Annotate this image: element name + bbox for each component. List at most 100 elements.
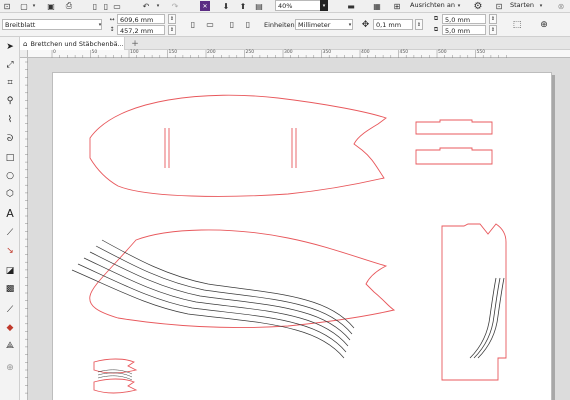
drawing-artwork: [71, 94, 507, 394]
fish-shape-bottom[interactable]: [89, 229, 396, 329]
zoom-level-field[interactable]: 40%: [275, 0, 325, 11]
text-tool-icon[interactable]: A: [3, 206, 17, 220]
drop-shadow-icon[interactable]: ◪: [3, 264, 17, 278]
export-icon[interactable]: ⬆: [238, 0, 248, 12]
side-piece-curves[interactable]: [469, 277, 505, 359]
add-tool-icon[interactable]: ⊕: [3, 361, 17, 375]
current-page-icon[interactable]: ▯: [243, 19, 253, 30]
copy-icon[interactable]: ▯: [101, 0, 111, 12]
small-piece-curves[interactable]: [97, 369, 133, 381]
connector-tool-icon[interactable]: ↘: [3, 244, 17, 258]
new-tab-icon[interactable]: +: [130, 38, 140, 49]
align-label[interactable]: Ausrichten an: [410, 0, 455, 10]
portrait-icon[interactable]: ▯: [188, 19, 198, 30]
quick-customize-icon[interactable]: ⊕: [538, 19, 550, 30]
strip-bottom[interactable]: [415, 147, 493, 165]
page-height-field[interactable]: 457,2 mm: [117, 25, 165, 35]
show-grid-icon[interactable]: ▦: [372, 0, 382, 12]
units-select[interactable]: Millimeter: [295, 19, 353, 30]
transparency-icon[interactable]: ▩: [3, 282, 17, 296]
page-width-field[interactable]: 609,6 mm: [117, 14, 165, 24]
units-dropdown-icon[interactable]: ▾: [347, 19, 353, 30]
polygon-tool-icon[interactable]: ⬡: [3, 187, 17, 201]
landscape-icon[interactable]: ▭: [204, 19, 216, 30]
drawing-canvas[interactable]: [28, 58, 570, 400]
eyedropper-icon[interactable]: ⟋: [3, 303, 17, 317]
undo-dropdown-icon[interactable]: ▾: [155, 0, 161, 12]
ruler-origin[interactable]: [20, 50, 28, 58]
ruler-tick-label: 450: [399, 50, 409, 55]
ruler-tick-label: 400: [361, 50, 370, 55]
document-tabs: ⌂ Brettchen und Stäbchenbä... +: [20, 37, 570, 50]
small-piece-bottom[interactable]: [93, 378, 138, 394]
strip-top[interactable]: [415, 119, 493, 135]
ruler-tick-label: 550: [476, 50, 486, 55]
page-size-select[interactable]: Breitblatt: [2, 19, 102, 30]
artistic-media-icon[interactable]: ᘐ: [3, 132, 17, 146]
start-dropdown-icon[interactable]: ▾: [538, 0, 544, 12]
parallel-dimension-icon[interactable]: ⟋: [3, 226, 17, 240]
cut-icon[interactable]: ▯: [90, 0, 100, 12]
ellipse-tool-icon[interactable]: ○: [3, 169, 17, 183]
ruler-tick-label: 50: [91, 50, 98, 55]
zoom-dropdown-icon[interactable]: ▾: [320, 0, 328, 11]
new-document-icon[interactable]: ⊡: [2, 0, 12, 12]
import-icon[interactable]: ⬇: [221, 0, 231, 12]
smart-fill-icon[interactable]: ⟁: [3, 339, 17, 353]
bent-strips-group[interactable]: [71, 239, 355, 359]
rectangle-tool-icon[interactable]: □: [3, 151, 17, 165]
standard-toolbar: ⊡ ▢ ▾ ▣ ⎙ ▯ ▯ ▭ ↶ ▾ ↷ ✕ ⬇ ⬆ ▤ 40% ▾ ▬ ▦ …: [0, 0, 570, 13]
vertical-ruler-ticks: [25, 61, 28, 394]
duplicate-y-icon: ⧉: [433, 26, 439, 33]
print-icon[interactable]: ⎙: [64, 0, 74, 12]
paste-icon[interactable]: ▭: [112, 0, 122, 12]
snap-icon[interactable]: ⊞: [392, 0, 402, 12]
options-gear-icon[interactable]: ⚙: [472, 0, 484, 12]
redo-icon[interactable]: ↷: [170, 0, 180, 12]
corel-connect-icon[interactable]: ✕: [200, 1, 210, 11]
dup-x-spin-icon[interactable]: ⇕: [489, 14, 497, 24]
ruler-tick-label: 200: [207, 50, 216, 55]
undo-icon[interactable]: ↶: [141, 0, 151, 12]
horizontal-ruler[interactable]: 0 50 100 150 200 250 300 350 400 450 500 550: [28, 50, 570, 58]
property-bar: Breitblatt ▾ ↔ 609,6 mm ↕ 457,2 mm ⇕ ⇕ ▯…: [0, 13, 570, 37]
start-label[interactable]: Starten: [510, 0, 534, 10]
nudge-spin-icon[interactable]: ⇕: [415, 19, 423, 30]
all-pages-icon[interactable]: ▯: [227, 19, 237, 30]
fish-slot-right[interactable]: [291, 128, 297, 168]
duplicate-y-field[interactable]: 5,0 mm: [442, 25, 486, 35]
page-size-dropdown-icon[interactable]: ▾: [97, 19, 103, 30]
open-document-icon[interactable]: ▢: [19, 0, 29, 12]
width-spin-icon[interactable]: ⇕: [168, 14, 176, 24]
toolbox: ➤ ⤢ ⌗ ⚲ ⌇ ᘐ □ ○ ⬡ A ⟋ ↘ ◪ ▩ ⟋ ◆ ⟁ ⊕: [0, 37, 20, 400]
launch-icon[interactable]: ⊡: [494, 0, 504, 12]
home-icon[interactable]: ⌂: [23, 40, 27, 48]
units-value: Millimeter: [298, 21, 331, 29]
zoom-tool-icon[interactable]: ⚲: [3, 94, 17, 108]
open-dropdown-icon[interactable]: ▾: [31, 0, 37, 12]
publish-pdf-icon[interactable]: ▤: [254, 0, 264, 12]
close-icon[interactable]: ⊗: [556, 0, 566, 12]
height-spin-icon[interactable]: ⇕: [168, 25, 176, 35]
save-icon[interactable]: ▣: [46, 0, 56, 12]
duplicate-x-field[interactable]: 5,0 mm: [442, 14, 486, 24]
ruler-tick-label: 250: [245, 50, 255, 55]
nudge-distance-field[interactable]: 0,1 mm: [373, 19, 413, 30]
align-dropdown-icon[interactable]: ▾: [456, 0, 462, 12]
pick-tool-icon[interactable]: ➤: [3, 40, 17, 54]
small-piece-top[interactable]: [93, 358, 138, 374]
freehand-tool-icon[interactable]: ⌇: [3, 113, 17, 127]
shape-tool-icon[interactable]: ⤢: [3, 58, 17, 72]
full-screen-icon[interactable]: ▬: [346, 0, 356, 12]
interactive-fill-icon[interactable]: ◆: [3, 321, 17, 335]
crop-tool-icon[interactable]: ⌗: [3, 76, 17, 90]
ruler-tick-label: 150: [168, 50, 178, 55]
vertical-ruler[interactable]: [20, 58, 28, 400]
height-icon: ↕: [109, 26, 115, 33]
horizontal-ruler-ticks: [51, 50, 507, 58]
treat-as-filled-icon[interactable]: ⬚: [511, 19, 523, 30]
tab-document[interactable]: ⌂ Brettchen und Stäbchenbä...: [20, 37, 125, 50]
fish-shape-top[interactable]: [89, 94, 387, 197]
dup-y-spin-icon[interactable]: ⇕: [489, 25, 497, 35]
fish-slot-left[interactable]: [164, 128, 170, 168]
